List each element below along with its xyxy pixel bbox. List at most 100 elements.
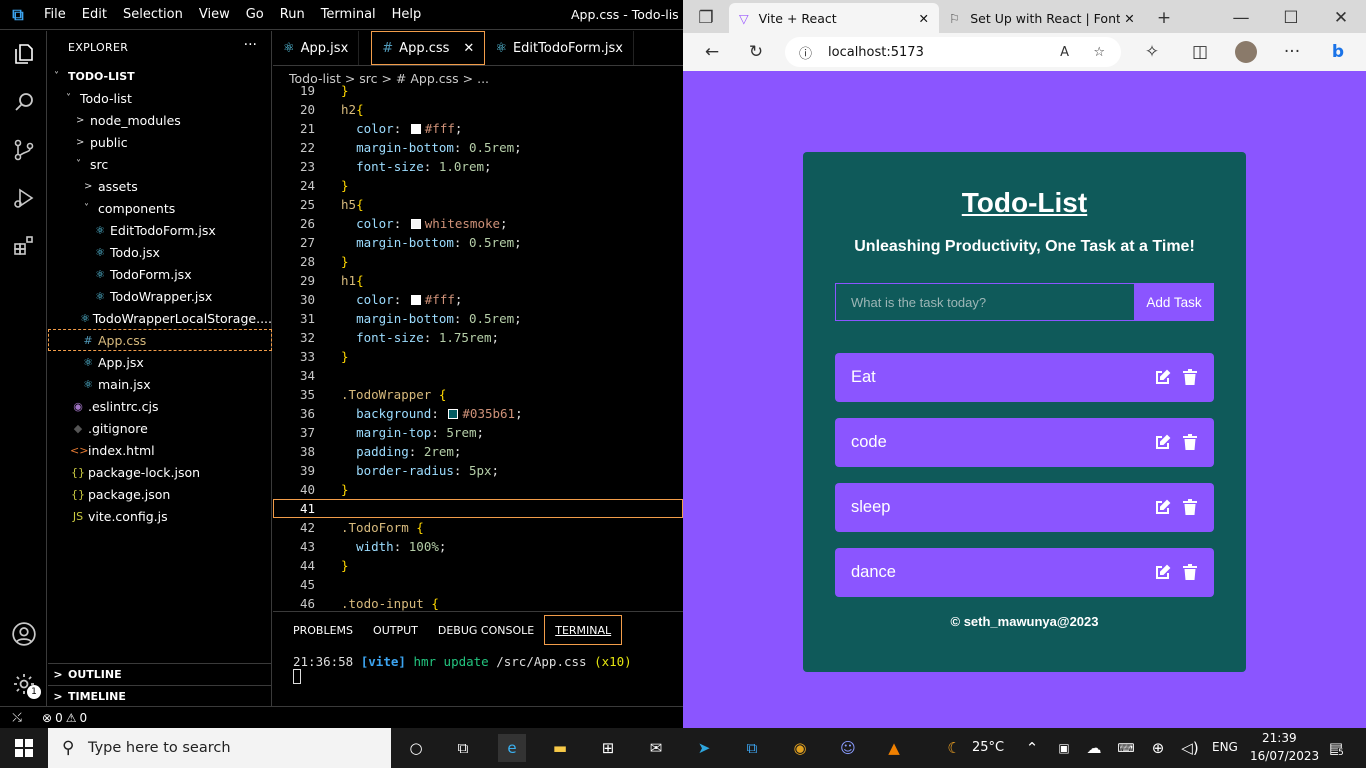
file-item[interactable]: JS vite.config.js [48,505,272,527]
edit-icon[interactable] [1155,434,1171,450]
network-icon[interactable]: ⊕ [1144,734,1172,762]
run-debug-icon[interactable] [9,183,39,213]
trash-icon[interactable] [1183,434,1199,450]
code-line[interactable]: 26 color: whitesmoke; [273,214,683,233]
file-item[interactable]: ⚛ TodoForm.jsx [48,263,272,285]
code-line[interactable]: 36 background: #035b61; [273,404,683,423]
code-line[interactable]: 28} [273,252,683,271]
folder-item[interactable]: ˅ Todo-list [48,87,272,109]
file-item[interactable]: {} package.json [48,483,272,505]
settings-gear-icon[interactable]: 1 [9,669,41,699]
language-indicator[interactable]: ENG [1212,740,1238,754]
vscode-taskbar-icon[interactable]: ⧉ [738,734,766,762]
todo-label[interactable]: sleep [851,498,890,517]
code-line[interactable]: 46 .todo-input { [273,594,683,611]
back-icon[interactable]: ← [697,37,727,67]
explorer-icon[interactable] [9,39,39,69]
file-item[interactable]: ◆ .gitignore [48,417,272,439]
add-task-button[interactable]: Add Task [1134,283,1214,321]
code-line[interactable]: 25 h5{ [273,195,683,214]
code-line[interactable]: 44} [273,556,683,575]
weather-icon[interactable]: ☾ [940,734,968,762]
more-menu-icon[interactable]: ··· [1277,37,1307,67]
errors-icon[interactable]: ⊗ [42,711,52,725]
code-line[interactable]: 19} [273,81,683,100]
menu-file[interactable]: File [36,7,74,22]
edit-icon[interactable] [1155,499,1171,515]
code-line[interactable]: 23 font-size: 1.0rem; [273,157,683,176]
source-control-icon[interactable] [9,135,39,165]
code-line[interactable]: 35 .TodoWrapper { [273,385,683,404]
split-screen-icon[interactable]: ◫ [1185,37,1215,67]
extensions-icon[interactable] [9,231,39,261]
profile-avatar[interactable] [1231,37,1261,67]
bing-chat-icon[interactable]: b [1323,37,1353,67]
maximize-icon[interactable]: ☐ [1266,3,1316,33]
browser-tab-vite[interactable]: ▽ Vite + React ✕ [729,3,939,33]
file-item[interactable]: {} package-lock.json [48,461,272,483]
notifications-icon[interactable]: ▤ [1322,734,1350,762]
code-line[interactable]: 43 width: 100%; [273,537,683,556]
tab-app-css[interactable]: # App.css ✕ [371,31,486,65]
file-item[interactable]: ⚛ main.jsx [48,373,272,395]
clock-time[interactable]: 21:39 [1262,731,1297,745]
code-line[interactable]: 41 [273,499,683,518]
todo-label[interactable]: Eat [851,368,876,387]
file-item[interactable]: # App.css [48,329,272,351]
tab-edit-todo-form[interactable]: ⚛ EditTodoForm.jsx [485,31,634,65]
code-line[interactable]: 29 h1{ [273,271,683,290]
taskbar-search[interactable]: ⚲ Type here to search [48,728,391,768]
code-line[interactable]: 20 h2{ [273,100,683,119]
extensions-puzzle-icon[interactable]: ✧ [1137,37,1167,67]
clock-date[interactable]: 16/07/2023 [1250,749,1319,763]
outline-section[interactable]: > OUTLINE [48,663,272,685]
menu-view[interactable]: View [191,7,238,22]
address-bar[interactable]: ⓘ localhost:5173 A ☆ [785,37,1121,67]
folder-item[interactable]: > node_modules [48,109,272,131]
browser-tab-fontawesome[interactable]: ⚐ Set Up with React | Font Aw ✕ [939,3,1149,33]
volume-icon[interactable]: ◁) [1176,734,1204,762]
edit-icon[interactable] [1155,564,1171,580]
todo-label[interactable]: dance [851,563,896,582]
code-line[interactable]: 40} [273,480,683,499]
tab-problems[interactable]: PROBLEMS [283,615,363,645]
code-line[interactable]: 30 color: #fff; [273,290,683,309]
file-item[interactable]: ⚛ EditTodoForm.jsx [48,219,272,241]
trash-icon[interactable] [1183,369,1199,385]
tab-output[interactable]: OUTPUT [363,615,428,645]
file-item[interactable]: ⚛ TodoWrapperLocalStorage.... [48,307,272,329]
tab-app-jsx[interactable]: ⚛ App.jsx [273,31,360,65]
refresh-icon[interactable]: ↻ [741,37,771,67]
read-aloud-icon[interactable]: A [1060,45,1069,60]
code-line[interactable]: 42 .TodoForm { [273,518,683,537]
menu-run[interactable]: Run [272,7,313,22]
edit-icon[interactable] [1155,369,1171,385]
folder-item[interactable]: ˅ src [48,153,272,175]
cortana-icon[interactable]: ○ [402,734,430,762]
file-item[interactable]: ◉ .eslintrc.cjs [48,395,272,417]
minimize-icon[interactable]: — [1216,3,1266,33]
discord-icon[interactable]: ☺ [834,734,862,762]
project-root[interactable]: ˅ TODO-LIST [48,65,272,87]
code-line[interactable]: 34 [273,366,683,385]
todo-input[interactable] [835,283,1135,321]
folder-item[interactable]: > assets [48,175,272,197]
code-line[interactable]: 38 padding: 2rem; [273,442,683,461]
code-line[interactable]: 27 margin-bottom: 0.5rem; [273,233,683,252]
todo-label[interactable]: code [851,433,887,452]
chrome-icon[interactable]: ◉ [786,734,814,762]
remote-icon[interactable]: ⤯ [0,710,34,725]
code-line[interactable]: 39 border-radius: 5px; [273,461,683,480]
vlc-icon[interactable]: ▲ [880,734,908,762]
search-icon[interactable] [9,87,39,117]
code-line[interactable]: 31 margin-bottom: 0.5rem; [273,309,683,328]
close-icon[interactable]: ✕ [919,11,929,26]
task-view-icon[interactable]: ⧉ [449,734,477,762]
file-item[interactable]: ⚛ Todo.jsx [48,241,272,263]
close-icon[interactable]: ✕ [463,41,474,56]
menu-terminal[interactable]: Terminal [313,7,384,22]
code-line[interactable]: 45 [273,575,683,594]
code-line[interactable]: 21 color: #fff; [273,119,683,138]
code-line[interactable]: 24} [273,176,683,195]
menu-selection[interactable]: Selection [115,7,191,22]
